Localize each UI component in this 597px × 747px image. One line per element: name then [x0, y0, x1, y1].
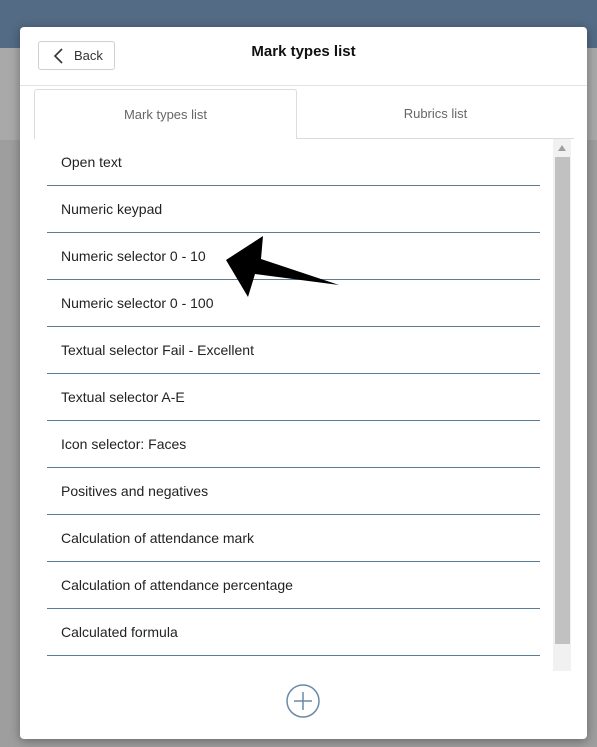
list-item[interactable]: Calculation of attendance percentage: [47, 562, 540, 609]
scrollbar-thumb[interactable]: [555, 157, 570, 644]
tab-bar: Mark types list Rubrics list: [34, 89, 574, 139]
list-item[interactable]: Open text: [47, 139, 540, 186]
list-item[interactable]: Icon selector: Faces: [47, 421, 540, 468]
list-item[interactable]: Numeric keypad: [47, 186, 540, 233]
list-item[interactable]: Numeric selector 0 - 10: [47, 233, 540, 280]
triangle-up-icon: [558, 144, 566, 151]
dialog-title: Mark types list: [251, 43, 356, 60]
list-scrollbar[interactable]: [553, 139, 571, 671]
list-item[interactable]: Positives and negatives: [47, 468, 540, 515]
list-item[interactable]: Textual selector A-E: [47, 374, 540, 421]
scroll-up-button[interactable]: [553, 139, 571, 156]
dialog-header: Back Mark types list: [20, 27, 587, 86]
mark-types-list: Open text Numeric keypad Numeric selecto…: [47, 139, 540, 671]
tab-mark-types-list[interactable]: Mark types list: [34, 89, 297, 139]
tab-rubrics-list[interactable]: Rubrics list: [297, 89, 574, 139]
list-item[interactable]: Textual selector Fail - Excellent: [47, 327, 540, 374]
list-item[interactable]: Numeric selector 0 - 100: [47, 280, 540, 327]
list-item[interactable]: Calculation of attendance mark: [47, 515, 540, 562]
list-item[interactable]: Calculated formula: [47, 609, 540, 656]
plus-circle-icon[interactable]: [285, 683, 321, 719]
mark-types-dialog: Back Mark types list Mark types list Rub…: [20, 27, 587, 739]
